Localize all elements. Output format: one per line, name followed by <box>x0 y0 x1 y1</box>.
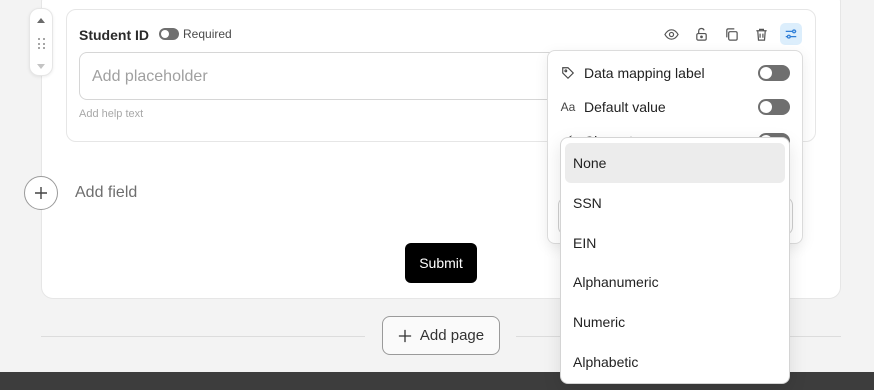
character-type-dropdown: None SSN EIN Alphanumeric Numeric Alphab… <box>560 137 790 384</box>
help-text-input[interactable]: Add help text <box>79 108 143 120</box>
settings-row-label: Data mapping label <box>584 65 705 81</box>
add-page-button[interactable]: Add page <box>382 316 500 355</box>
add-page-label: Add page <box>419 327 485 344</box>
divider <box>41 336 365 337</box>
settings-row-label: Default value <box>584 99 666 115</box>
unlock-icon[interactable] <box>691 24 711 44</box>
move-up-icon[interactable] <box>37 18 45 23</box>
reorder-handle[interactable] <box>29 8 53 76</box>
dropdown-option[interactable]: SSN <box>565 183 785 223</box>
placeholder-text: Add placeholder <box>92 68 208 85</box>
eye-icon[interactable] <box>661 24 681 44</box>
required-label: Required <box>183 27 232 41</box>
dropdown-option[interactable]: Alphabetic <box>565 342 785 382</box>
trash-icon[interactable] <box>751 24 771 44</box>
plus-icon <box>398 329 411 342</box>
drag-handle-icon[interactable] <box>38 38 46 50</box>
text-size-icon: Aa <box>560 100 576 114</box>
dropdown-option[interactable]: None <box>565 143 785 183</box>
tag-icon <box>560 65 576 81</box>
default-value-toggle[interactable] <box>758 99 790 115</box>
settings-row-default-value[interactable]: Aa Default value <box>548 92 802 122</box>
data-mapping-toggle[interactable] <box>758 65 790 81</box>
field-label: Student ID <box>79 27 149 43</box>
plus-icon <box>35 187 47 199</box>
dropdown-option[interactable]: Alphanumeric <box>565 262 785 302</box>
required-toggle[interactable] <box>159 28 179 40</box>
settings-row-data-mapping[interactable]: Data mapping label <box>548 58 802 88</box>
dropdown-option[interactable]: EIN <box>565 223 785 263</box>
copy-icon[interactable] <box>721 24 741 44</box>
dropdown-option[interactable]: Numeric <box>565 302 785 342</box>
submit-button[interactable]: Submit <box>405 243 477 283</box>
move-down-icon[interactable] <box>37 64 45 69</box>
add-field-label[interactable]: Add field <box>75 184 137 202</box>
sliders-icon[interactable] <box>780 23 802 45</box>
add-field-button[interactable] <box>24 176 58 210</box>
